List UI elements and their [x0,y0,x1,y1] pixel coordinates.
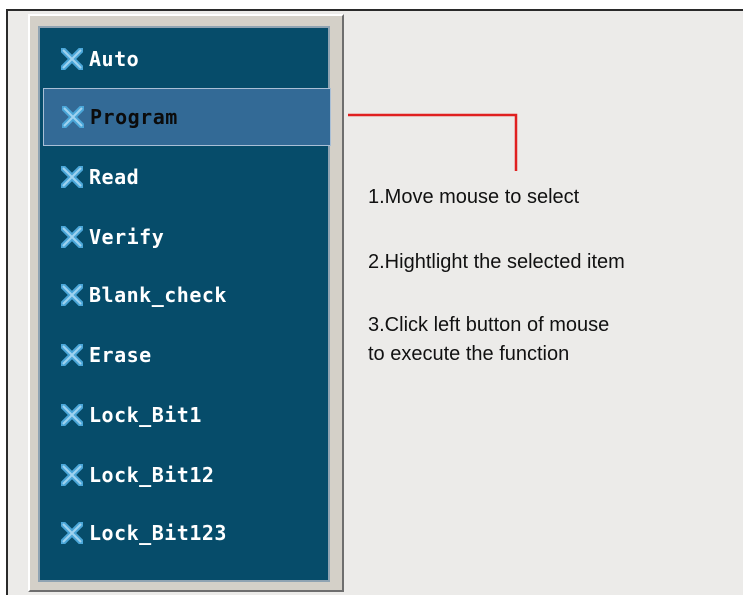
menu-item-program[interactable]: Program [43,88,331,146]
menu-item-label: Auto [89,47,140,71]
x-icon [61,48,83,70]
instruction-step-2: 2.Hightlight the selected item [368,251,625,273]
menu-item-auto[interactable]: Auto [43,30,331,88]
instruction-step-3-line-2: to execute the function [368,343,570,365]
menu-item-label: Blank_check [89,283,227,307]
x-icon [62,106,84,128]
x-icon [61,166,83,188]
instruction-step-1: 1.Move mouse to select [368,186,580,208]
menu-item-lock-bit123[interactable]: Lock_Bit123 [43,504,331,562]
menu-item-lock-bit12[interactable]: Lock_Bit12 [43,446,331,504]
x-icon [61,344,83,366]
x-icon [61,464,83,486]
menu-item-label: Read [89,165,140,189]
menu-item-label: Program [90,105,178,129]
menu-item-label: Verify [89,225,165,249]
menu-item-label: Erase [89,343,152,367]
x-icon [61,404,83,426]
function-menu: Auto Program Read Verify Blank_check Era… [38,26,331,582]
x-icon [61,284,83,306]
menu-item-verify[interactable]: Verify [43,208,331,266]
x-icon [61,226,83,248]
menu-item-lock-bit1[interactable]: Lock_Bit1 [43,386,331,444]
x-icon [61,522,83,544]
menu-item-blank-check[interactable]: Blank_check [43,266,331,324]
instruction-step-3-line-1: 3.Click left button of mouse [368,314,610,336]
menu-item-label: Lock_Bit123 [89,521,227,545]
menu-item-label: Lock_Bit12 [89,463,215,487]
menu-item-read[interactable]: Read [43,148,331,206]
callout-connector-line [348,113,518,171]
menu-item-erase[interactable]: Erase [43,326,331,384]
menu-item-label: Lock_Bit1 [89,403,202,427]
